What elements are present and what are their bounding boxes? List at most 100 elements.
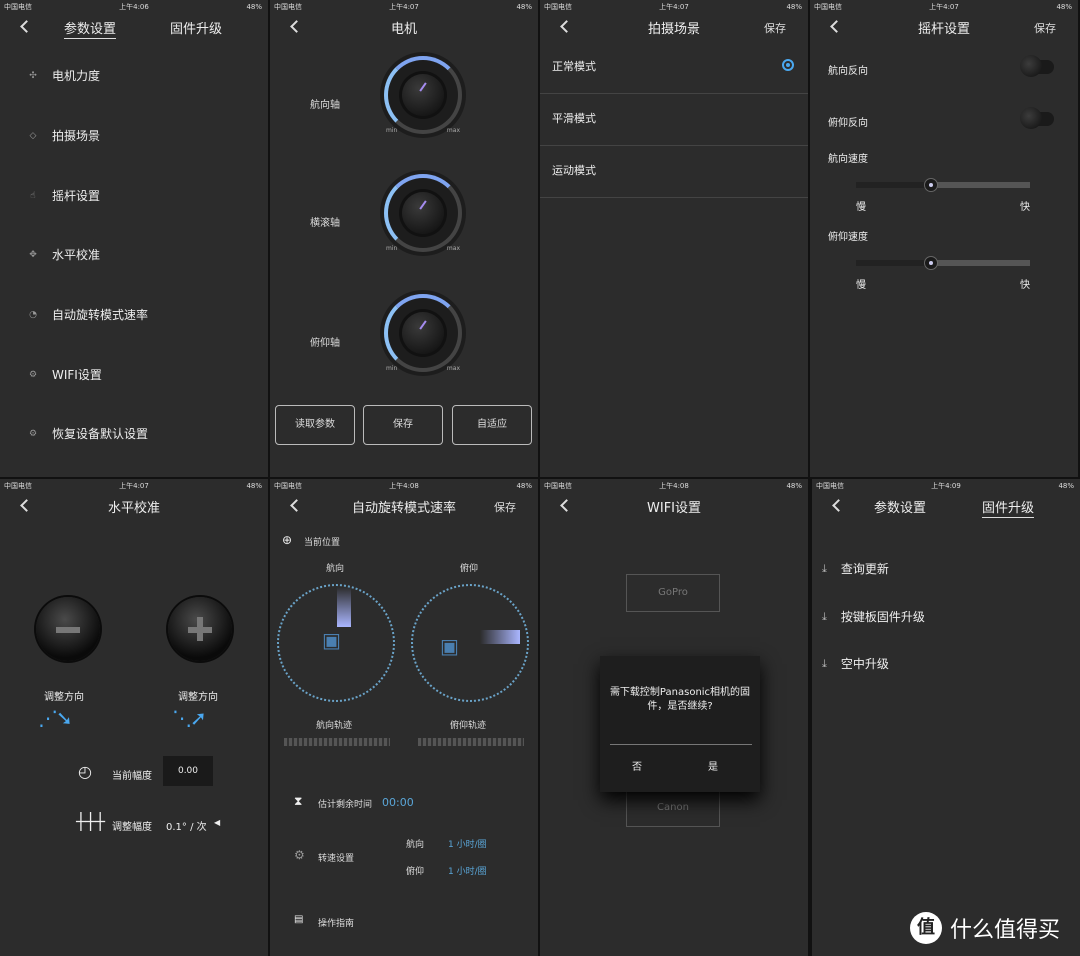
gopro-option[interactable]: GoPro [626, 574, 720, 612]
panel-motor: 中国电信 上午4:07 48% 电机 航向轴 min max 横滚轴 min max 俯… [270, 0, 538, 477]
curved-arrow-icon: ⋰➘ [38, 706, 73, 730]
scene-normal[interactable]: 正常模式 [540, 42, 808, 94]
menu-motor-power[interactable]: ✣ 电机力度 [26, 67, 100, 84]
remain-value: 00:00 [382, 796, 414, 809]
hourglass-icon: ⧗ [294, 794, 303, 808]
dialog-no-button[interactable]: 否 [632, 758, 642, 773]
guide-icon: ▤ [294, 914, 304, 925]
read-params-button[interactable]: 读取参数 [275, 405, 355, 445]
camera-icon: ◇ [29, 130, 37, 141]
fw-ota-upgrade[interactable]: ⤓ 空中升级 [822, 655, 889, 672]
tab-firmware[interactable]: 固件升级 [170, 18, 222, 37]
fast-label: 快 [1020, 280, 1030, 291]
save-button[interactable]: 保存 [494, 499, 516, 515]
adjust-amp-label: 调整幅度 [112, 822, 152, 833]
canon-option[interactable]: Canon [626, 789, 720, 827]
roll-knob[interactable]: min max [380, 170, 466, 256]
pan-speed-label: 航向 [406, 840, 425, 850]
watermark-logo: 值 [910, 912, 942, 944]
minus-button[interactable] [36, 597, 100, 661]
rotate-icon: ◔ [29, 309, 37, 320]
save-button[interactable]: 保存 [363, 405, 443, 445]
equalizer-icon: ┼┼┼ [76, 812, 105, 831]
panel-auto-rotate: 中国电信 上午4:08 48% 自动旋转模式速率 保存 [270, 479, 538, 956]
back-icon[interactable] [20, 20, 33, 33]
gauge-icon: ◴ [78, 762, 92, 781]
confirm-dialog: 需下载控制Panasonic相机的固件，是否继续? 否 是 [600, 656, 760, 792]
tilt-track-bar [418, 738, 524, 746]
adaptive-button[interactable]: 自适应 [452, 405, 532, 445]
dialog-yes-button[interactable]: 是 [708, 758, 718, 773]
tilt-reverse-label: 俯仰反向 [828, 118, 868, 129]
download-icon: ⤓ [822, 609, 827, 623]
slow-label: 慢 [856, 202, 866, 213]
dialog-message: 需下载控制Panasonic相机的固件，是否继续? [609, 687, 751, 712]
tilt-speed-label: 俯仰速度 [828, 232, 868, 243]
pan-reverse-toggle[interactable] [1020, 55, 1054, 77]
gimbal-icon: ▣ [322, 628, 341, 652]
save-button[interactable]: 保存 [1034, 20, 1056, 36]
knob-label: 俯仰轴 [310, 338, 340, 349]
page-title: 水平校准 [107, 501, 160, 516]
minus-icon [56, 627, 80, 633]
back-icon[interactable] [832, 499, 845, 512]
tilt-knob[interactable]: min max [380, 290, 466, 376]
page-title: WIFI设置 [647, 501, 701, 516]
panel-joystick: 中国电信 上午4:07 48% 摇杆设置 保存 航向反向 俯仰反向 航向速度 慢 快 … [810, 0, 1078, 477]
pan-speed-value[interactable]: 1 小时/圈 [448, 837, 487, 850]
tilt-speed-label: 俯仰 [406, 867, 425, 877]
fast-label: 快 [1020, 202, 1030, 213]
adjust-left-label: 调整方向 [44, 692, 84, 703]
tab-firmware[interactable]: 固件升级 [982, 497, 1035, 518]
menu-reset[interactable]: ⚙ 恢复设备默认设置 [26, 425, 148, 442]
slow-label: 慢 [856, 280, 866, 291]
tilt-reverse-toggle[interactable] [1020, 107, 1054, 129]
fw-check-update[interactable]: ⤓ 查询更新 [822, 560, 889, 577]
scene-sport[interactable]: 运动模式 [540, 146, 808, 198]
menu-wifi[interactable]: ⚙ WIFI设置 [26, 366, 102, 383]
scene-smooth[interactable]: 平滑模式 [540, 94, 808, 146]
adjust-amp-value[interactable]: 0.1° / 次 [166, 818, 207, 833]
pan-knob[interactable]: min max [380, 52, 466, 138]
current-amp-value[interactable]: 0.00 [163, 756, 213, 786]
menu-level[interactable]: ✥ 水平校准 [26, 246, 100, 263]
pan-reverse-label: 航向反向 [828, 66, 868, 77]
watermark: 值什么值得买 [910, 912, 1060, 944]
save-button[interactable]: 保存 [764, 20, 786, 36]
watermark-text: 什么值得买 [950, 918, 1061, 943]
panel-params: 中国电信 上午4:06 48% 参数设置 固件升级 ✣ 电机力度 ◇ 拍摄场景 ☝ 摇杆设… [0, 0, 268, 477]
menu-scene[interactable]: ◇ 拍摄场景 [26, 127, 100, 144]
pan-speed-slider[interactable] [856, 178, 1030, 192]
plus-button[interactable] [168, 597, 232, 661]
tilt-speed-slider[interactable] [856, 256, 1030, 270]
tab-params[interactable]: 参数设置 [64, 18, 117, 39]
tilt-track-label: 俯仰轨迹 [450, 721, 487, 731]
tilt-speed-value[interactable]: 1 小时/圈 [448, 864, 487, 877]
page-title: 电机 [390, 22, 417, 37]
current-pos-label: 当前位置 [304, 538, 341, 548]
fw-keypad-upgrade[interactable]: ⤓ 按键板固件升级 [822, 608, 925, 625]
dropdown-icon[interactable]: ◀ [214, 818, 220, 827]
status-bar: 中国电信 上午4:07 48% [544, 3, 802, 11]
hand-icon: ☝ [30, 190, 36, 201]
knob-label: 航向轴 [310, 100, 340, 111]
guide-link[interactable]: 操作指南 [318, 916, 354, 929]
tilt-beam [480, 630, 520, 644]
radio-selected-icon [782, 59, 794, 71]
status-bar: 中国电信 上午4:08 48% [274, 482, 532, 490]
menu-auto-rotate[interactable]: ◔ 自动旋转模式速率 [26, 306, 148, 323]
gimbal-icon: ▣ [440, 634, 459, 658]
adjust-right-label: 调整方向 [178, 692, 218, 703]
menu-joystick[interactable]: ☝ 摇杆设置 [26, 187, 100, 204]
gear-icon: ⚙ [294, 848, 305, 862]
pan-track-bar [284, 738, 390, 746]
status-bar: 中国电信 上午4:06 48% [4, 3, 262, 11]
status-bar: 中国电信 上午4:07 48% [4, 482, 262, 490]
level-icon: ✥ [29, 249, 37, 260]
status-bar: 中国电信 上午4:08 48% [544, 482, 802, 490]
pan-speed-label: 航向速度 [828, 154, 868, 165]
tab-params[interactable]: 参数设置 [874, 497, 926, 516]
status-bar: 中国电信 上午4:09 48% [816, 482, 1074, 490]
gear-icon: ⚙ [28, 369, 38, 380]
speed-setting-label: 转速设置 [318, 854, 355, 864]
